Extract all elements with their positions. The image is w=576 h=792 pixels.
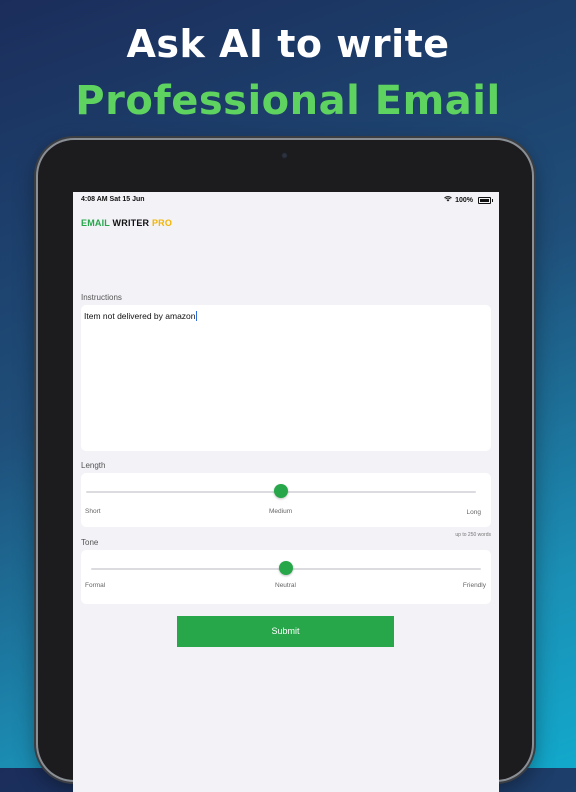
app-screen: 4:08 AM Sat 15 Jun 100% EMAIL WRITER PRO…	[73, 192, 499, 792]
camera-icon	[281, 152, 288, 159]
instructions-text: Item not delivered by amazon	[84, 311, 196, 321]
length-slider-thumb[interactable]	[274, 484, 288, 498]
length-option-medium: Medium	[269, 508, 293, 515]
tone-option-formal: Formal	[85, 582, 106, 589]
app-title-email: EMAIL	[81, 218, 110, 228]
app-title-writer: WRITER	[112, 218, 150, 228]
app-title-pro: PRO	[151, 218, 173, 228]
promo-headline-line2: Professional Email	[75, 78, 501, 124]
length-option-short: Short	[85, 508, 101, 515]
tone-option-friendly: Friendly	[462, 582, 486, 589]
status-bar: 4:08 AM Sat 15 Jun 100%	[73, 192, 499, 206]
wifi-icon	[444, 196, 452, 204]
tone-option-neutral: Neutral	[275, 582, 296, 589]
submit-button[interactable]: Submit	[177, 616, 394, 647]
length-hint: up to 250 words	[455, 532, 491, 538]
instructions-label: Instructions	[81, 293, 122, 302]
status-right: 100%	[444, 196, 493, 204]
tablet-frame: 4:08 AM Sat 15 Jun 100% EMAIL WRITER PRO…	[38, 140, 532, 792]
app-title: EMAIL WRITER PRO	[81, 218, 172, 228]
battery-percent: 100%	[455, 196, 473, 204]
length-option-long: Long	[466, 509, 481, 516]
tone-slider-thumb[interactable]	[279, 561, 293, 575]
text-caret	[195, 311, 197, 321]
status-time: 4:08 AM Sat 15 Jun	[81, 196, 145, 203]
instructions-input[interactable]: Item not delivered by amazon	[81, 305, 491, 451]
tone-label: Tone	[81, 538, 99, 547]
length-label: Length	[81, 461, 106, 470]
promo-headline-line1: Ask AI to write	[126, 22, 450, 66]
battery-icon	[478, 196, 493, 204]
tone-slider-card: Formal Neutral Friendly	[81, 550, 491, 604]
length-slider-card: Short Medium Long	[81, 473, 491, 527]
